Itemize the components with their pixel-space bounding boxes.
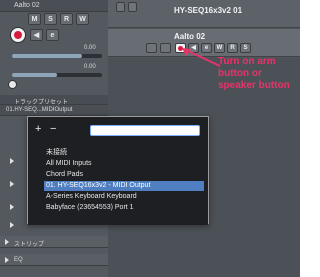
popup-option[interactable]: A-Series Keyboard Keyboard [44, 192, 204, 202]
track-read-button[interactable]: R [227, 43, 238, 53]
popup-option[interactable]: Chord Pads [44, 170, 204, 180]
inspector-header[interactable]: Aalto 02 [0, 0, 108, 12]
inspector-volume-slider[interactable] [12, 54, 102, 58]
inspector-preset-row[interactable]: トラックプリセット [0, 95, 108, 106]
section-strip-label: ストリップ [14, 242, 45, 248]
popup-option[interactable]: All MIDI Inputs [44, 159, 204, 169]
expand-arrow-icon [5, 257, 9, 263]
expand-arrow-icon[interactable] [10, 204, 14, 210]
track-row[interactable]: HY-SEQ16x3v2 01 [108, 0, 300, 28]
edit-icon: e [50, 32, 55, 39]
track-name: HY-SEQ16x3v2 01 [174, 6, 243, 15]
inspector-pan-slider[interactable] [12, 73, 102, 77]
track-midi-icon [128, 2, 137, 12]
track-name: Aalto 02 [174, 32, 206, 41]
midi-input-popup: + − 未接続 All MIDI Inputs Chord Pads 01. H… [27, 116, 209, 225]
section-eq-label: EQ [14, 257, 23, 263]
inspector-edit-button[interactable]: e [46, 29, 59, 41]
inspector-routing-row[interactable]: 01.HY-SEQ...MIDIOutput [0, 105, 108, 116]
popup-options-list: 未接続 All MIDI Inputs Chord Pads 01. HY-SE… [28, 145, 208, 225]
remove-button[interactable]: − [50, 123, 56, 135]
expand-arrow-icon[interactable] [10, 158, 14, 164]
annotation-callout: Turn on arm button or speaker button [218, 56, 290, 91]
track-solo-placeholder[interactable] [160, 43, 171, 53]
inspector-mute-button[interactable]: M [28, 13, 41, 25]
inspector-record-arm-button[interactable] [10, 27, 26, 43]
popup-option[interactable]: 未接続 [44, 148, 204, 158]
speaker-icon: ◀ [33, 32, 40, 39]
add-button[interactable]: + [35, 123, 41, 135]
inspector-solo-button[interactable]: S [44, 13, 57, 25]
inspector-volume-value: 0.00 [84, 45, 96, 51]
volume-fill [12, 54, 82, 58]
popup-option-selected[interactable]: 01. HY-SEQ16x3v2 - MIDI Output [44, 181, 204, 191]
inspector-section-eq[interactable]: EQ [0, 254, 108, 266]
inspector-monitor-button[interactable]: ◀ [30, 29, 43, 41]
popup-option[interactable]: Babyface (23654553) Port 1 [44, 203, 204, 213]
inspector-routing-value: 01.HY-SEQ...MIDIOutput [6, 107, 73, 113]
pan-fill [12, 73, 57, 77]
inspector-pan-value: 0.00 [84, 64, 96, 70]
popup-header: + − [28, 117, 208, 145]
inspector-read-button[interactable]: R [60, 13, 73, 25]
expand-arrow-icon[interactable] [10, 222, 14, 228]
inspector-section-strip[interactable]: ストリップ [0, 236, 108, 248]
track-mute-placeholder[interactable] [146, 43, 157, 53]
inspector-write-button[interactable]: W [76, 13, 89, 25]
search-input[interactable] [90, 125, 200, 136]
track-solo-button[interactable]: S [240, 43, 251, 53]
track-collapse-icon[interactable] [116, 2, 125, 12]
expand-arrow-icon [5, 239, 9, 245]
expand-arrow-icon[interactable] [10, 181, 14, 187]
inspector-knob[interactable] [8, 80, 17, 89]
inspector-track-name: Aalto 02 [14, 2, 40, 9]
